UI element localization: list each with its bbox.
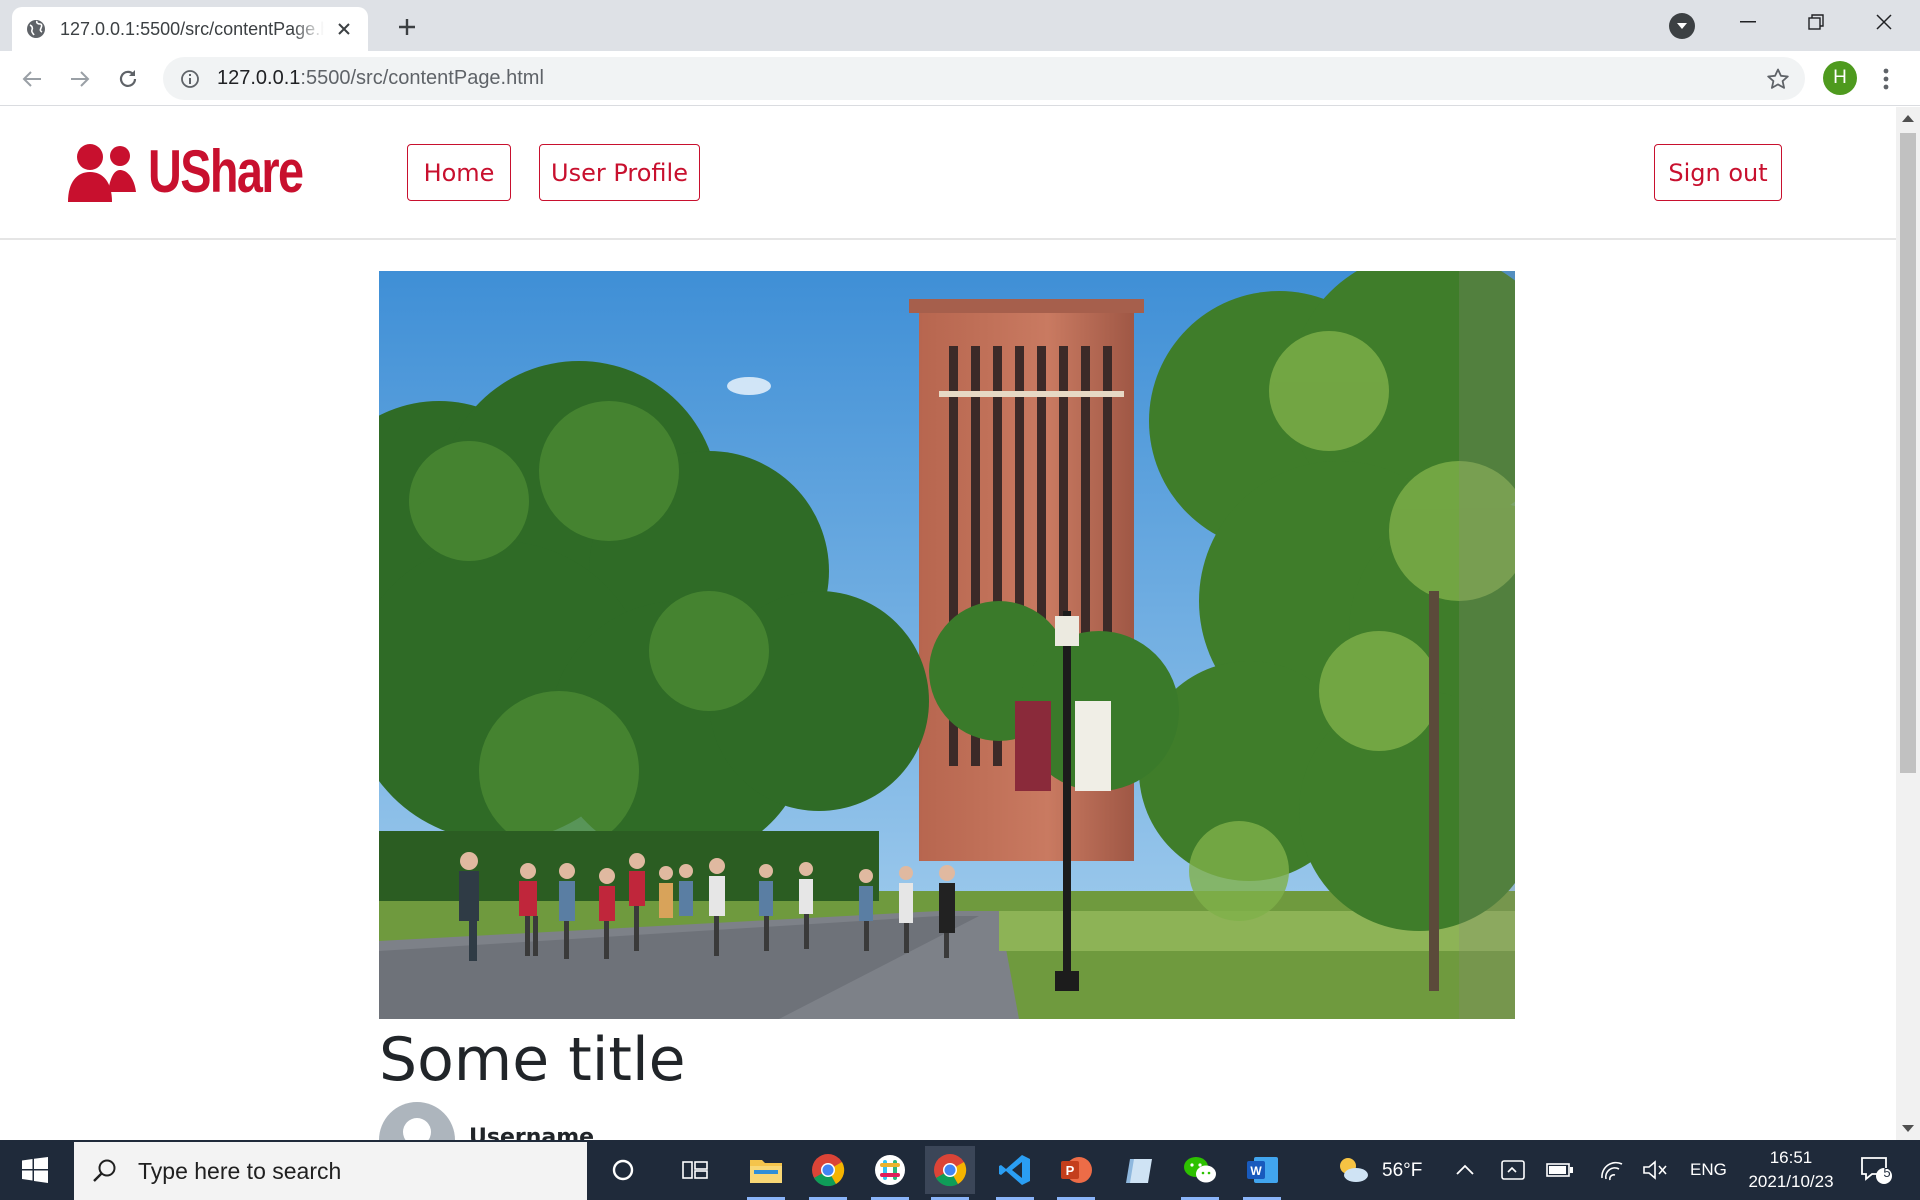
clock-time: 16:51 bbox=[1769, 1148, 1813, 1167]
reload-icon[interactable] bbox=[112, 63, 144, 95]
author-avatar[interactable] bbox=[379, 1102, 455, 1140]
ushare-logo[interactable]: UShare bbox=[68, 137, 346, 206]
author-username[interactable]: Username bbox=[469, 1125, 594, 1140]
home-button[interactable]: Home bbox=[407, 144, 511, 201]
wechat-icon[interactable] bbox=[1175, 1146, 1225, 1200]
search-icon bbox=[93, 1159, 116, 1182]
browser-tab[interactable]: 127.0.0.1:5500/src/contentPage.html bbox=[12, 7, 368, 51]
task-view-icon[interactable] bbox=[670, 1146, 720, 1194]
windows-taskbar: Type here to search P W 56°F ENG 16:51 2… bbox=[0, 1140, 1920, 1200]
globe-icon bbox=[27, 20, 45, 38]
tab-search-icon[interactable] bbox=[1669, 13, 1695, 39]
restore-icon[interactable] bbox=[1782, 0, 1850, 44]
menu-kebab-icon[interactable] bbox=[1870, 63, 1902, 95]
address-bar[interactable]: 127.0.0.1:5500/src/contentPage.html bbox=[163, 57, 1805, 100]
sign-out-button[interactable]: Sign out bbox=[1654, 144, 1782, 201]
powerpoint-icon[interactable]: P bbox=[1051, 1146, 1101, 1200]
system-clock[interactable]: 16:51 2021/10/23 bbox=[1730, 1146, 1852, 1194]
file-explorer-icon[interactable] bbox=[741, 1146, 791, 1200]
bookmark-star-icon[interactable] bbox=[1765, 66, 1791, 92]
users-icon bbox=[68, 143, 136, 202]
taskbar-search-placeholder: Type here to search bbox=[138, 1157, 342, 1184]
svg-text:W: W bbox=[1250, 1164, 1262, 1178]
scroll-down-icon[interactable] bbox=[1902, 1125, 1914, 1132]
page-scrollbar[interactable] bbox=[1896, 107, 1920, 1140]
back-icon[interactable] bbox=[16, 63, 48, 95]
close-tab-icon[interactable] bbox=[334, 19, 354, 39]
url-path: :5500/src/contentPage.html bbox=[300, 67, 544, 89]
scroll-up-icon[interactable] bbox=[1902, 115, 1914, 122]
profile-avatar[interactable]: H bbox=[1823, 61, 1857, 95]
app-tray-icon[interactable] bbox=[1488, 1146, 1538, 1194]
windows-start-icon[interactable] bbox=[0, 1140, 70, 1200]
vscode-icon[interactable] bbox=[990, 1146, 1040, 1200]
input-language[interactable]: ENG bbox=[1690, 1160, 1727, 1180]
notification-center-icon[interactable]: 5 bbox=[1855, 1150, 1899, 1190]
slack-icon[interactable] bbox=[865, 1146, 915, 1200]
chrome-active-icon[interactable] bbox=[925, 1146, 975, 1200]
new-tab-icon[interactable] bbox=[392, 12, 422, 42]
weather-icon[interactable] bbox=[1328, 1146, 1378, 1194]
minimize-icon[interactable] bbox=[1714, 0, 1782, 44]
scrollbar-thumb[interactable] bbox=[1900, 133, 1916, 773]
user-profile-button[interactable]: User Profile bbox=[539, 144, 700, 201]
site-info-icon[interactable] bbox=[179, 68, 201, 90]
url-host: 127.0.0.1 bbox=[217, 67, 301, 89]
clock-date: 2021/10/23 bbox=[1748, 1172, 1834, 1191]
chrome-icon[interactable] bbox=[803, 1146, 853, 1200]
post-title: Some title bbox=[379, 1025, 686, 1095]
tab-title: 127.0.0.1:5500/src/contentPage.html bbox=[60, 18, 324, 39]
tab-strip: 127.0.0.1:5500/src/contentPage.html bbox=[0, 0, 1920, 51]
close-window-icon[interactable] bbox=[1850, 0, 1918, 44]
svg-text:P: P bbox=[1066, 1163, 1075, 1178]
notification-count: 5 bbox=[1883, 1165, 1891, 1180]
browser-toolbar: 127.0.0.1:5500/src/contentPage.html H bbox=[0, 51, 1920, 106]
cortana-icon[interactable] bbox=[598, 1146, 648, 1194]
url-text: 127.0.0.1:5500/src/contentPage.html bbox=[217, 67, 544, 90]
brand-name: UShare bbox=[148, 138, 304, 205]
volume-muted-icon[interactable] bbox=[1630, 1146, 1680, 1194]
page-viewport: UShare Home User Profile Sign out Some t… bbox=[0, 107, 1896, 1140]
word-icon[interactable]: W bbox=[1237, 1146, 1287, 1200]
taskbar-search-box[interactable]: Type here to search bbox=[74, 1142, 587, 1200]
show-hidden-icons-icon[interactable] bbox=[1440, 1146, 1490, 1194]
notes-app-icon[interactable] bbox=[1114, 1146, 1164, 1194]
weather-temperature[interactable]: 56°F bbox=[1382, 1160, 1422, 1182]
battery-icon[interactable] bbox=[1535, 1146, 1585, 1194]
site-navbar: UShare Home User Profile Sign out bbox=[0, 107, 1896, 240]
post-image bbox=[379, 271, 1515, 1019]
forward-icon[interactable] bbox=[64, 63, 96, 95]
